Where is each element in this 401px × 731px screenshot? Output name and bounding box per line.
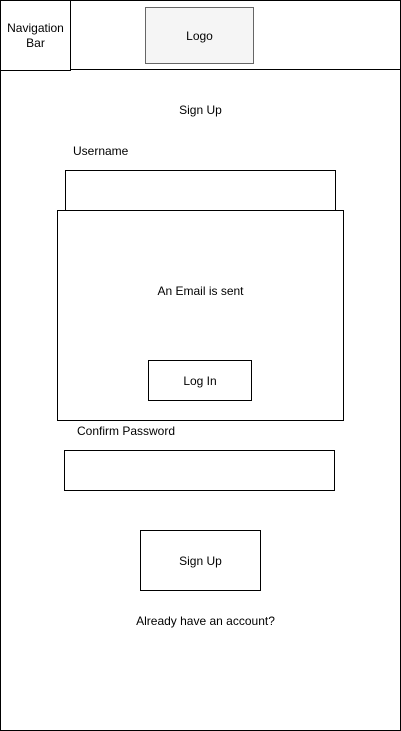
- login-link[interactable]: Already have an account?: [0, 611, 401, 631]
- navigation-bar[interactable]: Navigation Bar: [0, 0, 71, 71]
- confirm-password-input[interactable]: [64, 450, 335, 491]
- header-divider: [70, 69, 401, 70]
- logo[interactable]: Logo: [145, 7, 254, 64]
- login-button[interactable]: Log In: [148, 360, 252, 401]
- navigation-bar-label: Navigation Bar: [7, 21, 64, 50]
- logo-text: Logo: [186, 28, 213, 43]
- page-title: Sign Up: [179, 103, 222, 117]
- confirm-password-label: Confirm Password: [77, 424, 176, 438]
- email-sent-modal: An Email is sent Log In: [57, 210, 344, 421]
- username-input[interactable]: [65, 170, 336, 211]
- username-label: Username: [73, 144, 129, 158]
- modal-message: An Email is sent: [157, 284, 244, 298]
- signup-button[interactable]: Sign Up: [140, 530, 261, 591]
